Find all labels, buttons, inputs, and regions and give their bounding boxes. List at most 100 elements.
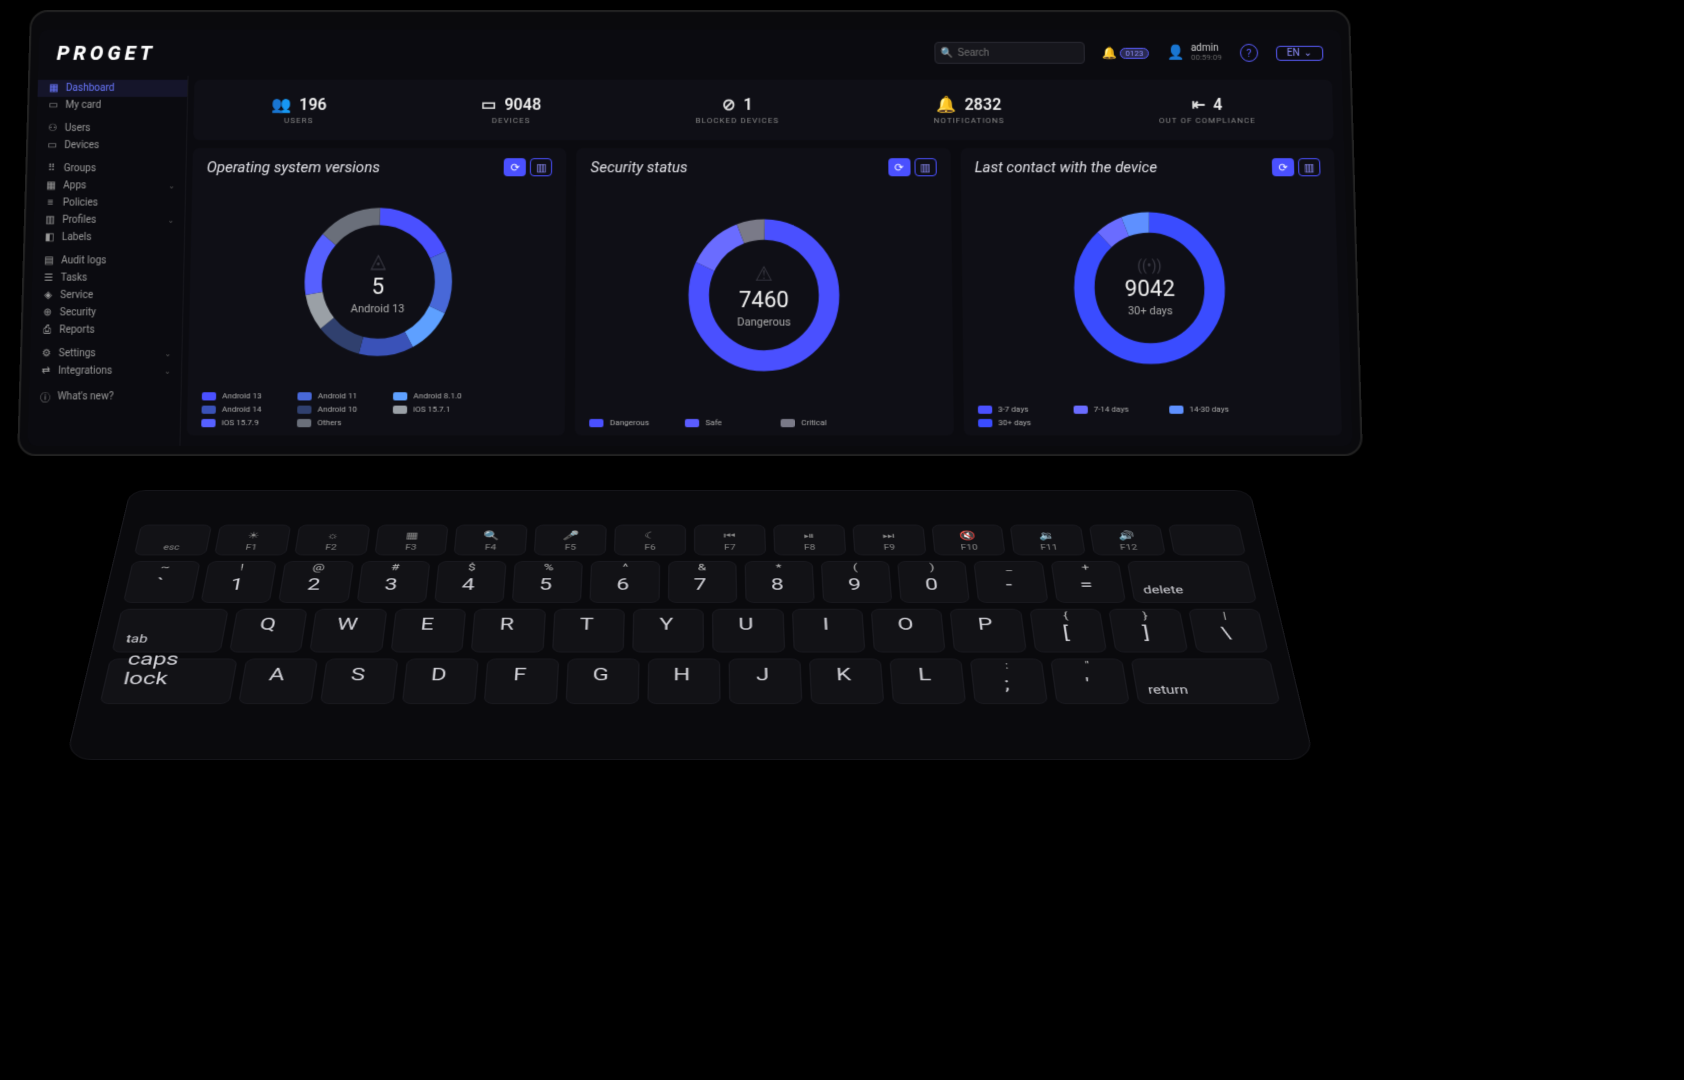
chart-toggle-button[interactable]: ▥ — [914, 158, 936, 176]
legend-item[interactable]: Android 13 — [202, 391, 284, 400]
key: Y — [632, 609, 704, 653]
language-selector[interactable]: EN ⌄ — [1276, 45, 1324, 60]
key: ⏯F8 — [773, 525, 846, 556]
legend-swatch — [978, 418, 992, 426]
legend-swatch — [393, 405, 407, 413]
chevron-down-icon: ⌄ — [1304, 47, 1313, 58]
screen: PROGET 🔍 🔔 0123 👤 admin 00:59:09 ? EN ⌄ — [28, 30, 1353, 446]
key: 🔇F10 — [931, 525, 1006, 556]
sidebar-item-settings[interactable]: ⚙Settings⌄ — [30, 345, 182, 362]
stat-devices[interactable]: ▭9048DEVICES — [481, 95, 541, 125]
stat-value: 1 — [743, 95, 752, 114]
legend-label: 7-14 days — [1094, 405, 1129, 414]
legend-item[interactable]: Android 14 — [202, 405, 284, 414]
sidebar-item-integrations[interactable]: ⇄Integrations⌄ — [29, 362, 181, 379]
stat-icon: ▭ — [481, 95, 496, 114]
help-button[interactable]: ? — [1240, 44, 1258, 62]
key: esc — [134, 525, 212, 556]
legend-item[interactable]: 3-7 days — [978, 405, 1060, 414]
sidebar-item-policies[interactable]: ≡Policies — [34, 194, 185, 211]
sidebar-item-labels[interactable]: ◧Labels — [33, 229, 184, 246]
legend-swatch — [781, 418, 795, 426]
sidebar-label: Service — [60, 290, 93, 301]
sidebar-icon: ▭ — [46, 140, 58, 151]
stat-label: NOTIFICATIONS — [934, 116, 1005, 125]
legend-label: Safe — [706, 418, 722, 427]
sidebar-label: Users — [65, 123, 91, 134]
legend-item[interactable]: 30+ days — [978, 418, 1060, 427]
legend-swatch — [297, 405, 311, 413]
legend-item[interactable]: Android 8.1.0 — [393, 391, 474, 400]
sidebar-label: Profiles — [62, 215, 96, 226]
legend-item[interactable]: Android 11 — [297, 391, 378, 400]
user-menu[interactable]: 👤 admin 00:59:09 — [1167, 43, 1222, 63]
sidebar-item-profiles[interactable]: ▥ Profiles ⌄ — [34, 212, 185, 229]
chart-toggle-button[interactable]: ▥ — [1298, 158, 1321, 176]
legend-label: 3-7 days — [998, 405, 1029, 414]
key: @2 — [279, 561, 354, 603]
search-input[interactable] — [957, 47, 1077, 58]
sidebar-item-security[interactable]: ⊕ Security — [31, 304, 182, 321]
sidebar-item-apps[interactable]: ▦Apps⌄ — [35, 177, 186, 194]
legend-item[interactable]: 14-30 days — [1169, 405, 1251, 414]
legend-swatch — [201, 418, 215, 426]
key: 🔍F4 — [454, 525, 528, 556]
key: )0 — [897, 561, 970, 603]
legend-item[interactable]: Safe — [685, 418, 766, 427]
refresh-button[interactable]: ⟳ — [504, 158, 526, 176]
legend-item[interactable]: 7-14 days — [1073, 405, 1155, 414]
notifications-button[interactable]: 🔔 0123 — [1102, 46, 1149, 60]
sidebar-item-service[interactable]: ◈Service — [32, 287, 183, 304]
key: ~` — [123, 561, 201, 603]
sidebar-item-my-card[interactable]: ▭My card — [37, 97, 187, 114]
sidebar-item-users[interactable]: ⚇Users — [36, 120, 186, 137]
sidebar-label: Policies — [63, 198, 99, 209]
sidebar-item-audit-logs[interactable]: ▤Audit logs — [33, 252, 184, 269]
chevron-down-icon: ⌄ — [164, 349, 171, 358]
signal-icon: ((•)) — [1137, 258, 1162, 274]
chevron-down-icon: ⌄ — [167, 216, 174, 225]
card-title: Last contact with the device — [974, 158, 1320, 176]
stat-blocked-devices[interactable]: ⊘1BLOCKED DEVICES — [696, 95, 780, 125]
sidebar-item-groups[interactable]: ⠿Groups — [35, 160, 185, 177]
sidebar-icon: ◧ — [43, 232, 55, 243]
legend-item[interactable]: Others — [297, 418, 379, 427]
stat-value: 196 — [299, 95, 327, 114]
sidebar-label: Apps — [63, 180, 86, 191]
sidebar-label: Security — [60, 307, 97, 318]
stat-out-of-compliance[interactable]: ⇤4OUT OF COMPLIANCE — [1159, 95, 1256, 125]
legend-label: Dangerous — [610, 418, 649, 427]
sidebar-icon: ⊕ — [41, 307, 53, 318]
legend-item[interactable]: iOS 15.7.1 — [393, 405, 475, 414]
key: •caps lock — [100, 659, 238, 704]
refresh-button[interactable]: ⟳ — [888, 158, 910, 176]
sidebar-item-devices[interactable]: ▭ Devices — [36, 137, 186, 154]
stat-label: BLOCKED DEVICES — [696, 116, 780, 125]
brand-logo: PROGET — [56, 41, 156, 65]
sidebar-item-what-s-new-[interactable]: ⓘWhat's new? — [29, 386, 181, 408]
key: U — [712, 609, 784, 653]
key: F — [483, 659, 559, 704]
key: "' — [1050, 659, 1130, 704]
chart-toggle-button[interactable]: ▥ — [530, 158, 552, 176]
legend-label: 30+ days — [998, 418, 1031, 427]
sidebar-item-tasks[interactable]: ☰Tasks — [32, 270, 183, 287]
bell-badge: 0123 — [1119, 47, 1149, 58]
sidebar-item-reports[interactable]: ⎙Reports — [31, 321, 183, 338]
refresh-button[interactable]: ⟳ — [1272, 158, 1295, 176]
sidebar-label: Tasks — [61, 273, 88, 284]
sidebar-icon: ▥ — [44, 215, 56, 226]
legend-item[interactable]: Dangerous — [590, 418, 671, 427]
sidebar-item-dashboard[interactable]: ▦Dashboard — [38, 80, 188, 97]
search-box[interactable]: 🔍 — [934, 42, 1085, 64]
stat-notifications[interactable]: 🔔2832NOTIFICATIONS — [933, 95, 1004, 125]
stat-users[interactable]: 👥196USERS — [271, 95, 327, 125]
legend-item[interactable]: Critical — [781, 418, 862, 427]
sidebar-label: Devices — [64, 140, 99, 151]
topbar: PROGET 🔍 🔔 0123 👤 admin 00:59:09 ? EN ⌄ — [38, 30, 1342, 76]
laptop-frame: PROGET 🔍 🔔 0123 👤 admin 00:59:09 ? EN ⌄ — [17, 10, 1363, 456]
legend-swatch — [297, 418, 311, 426]
bell-icon: 🔔 — [1102, 46, 1117, 60]
legend-item[interactable]: Android 10 — [297, 405, 379, 414]
legend-item[interactable]: iOS 15.7.9 — [201, 418, 283, 427]
